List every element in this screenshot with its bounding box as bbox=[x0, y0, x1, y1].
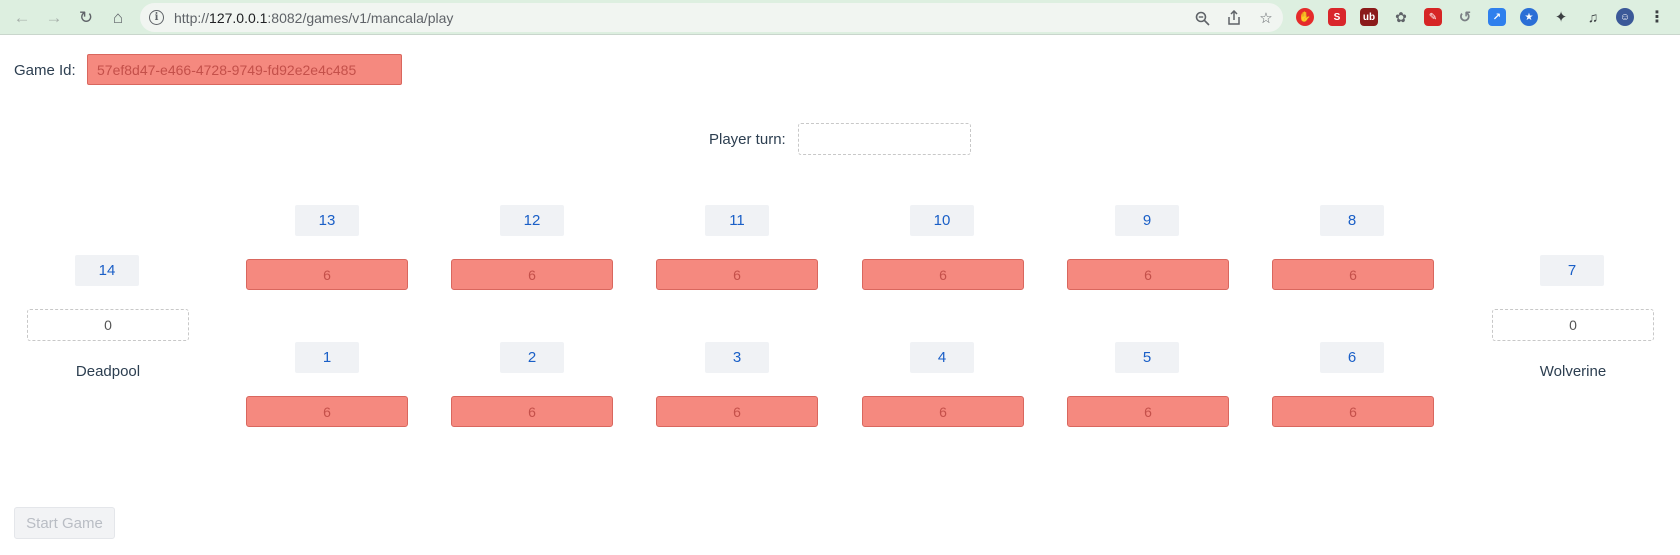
right-store-field: 0 bbox=[1492, 309, 1654, 341]
game-id-field[interactable]: 57ef8d47-e466-4728-9749-fd92e2e4c485 bbox=[87, 54, 402, 85]
pit-label-1: 1 bbox=[295, 342, 359, 373]
start-game-button[interactable]: Start Game bbox=[14, 507, 115, 539]
pit-9-button[interactable]: 6 bbox=[1067, 259, 1229, 290]
pit-label-4: 4 bbox=[910, 342, 974, 373]
pit-label-2: 2 bbox=[500, 342, 564, 373]
s-extension-icon[interactable]: S bbox=[1328, 8, 1346, 26]
url-text[interactable]: http://127.0.0.1:8082/games/v1/mancala/p… bbox=[174, 10, 453, 26]
pdf-extension-icon[interactable]: ✎ bbox=[1424, 8, 1442, 26]
url-path: :8082/games/v1/mancala/play bbox=[267, 10, 454, 26]
pit-label-12: 12 bbox=[500, 205, 564, 236]
address-bar[interactable]: i http://127.0.0.1:8082/games/v1/mancala… bbox=[140, 3, 1283, 32]
player-turn-field bbox=[798, 123, 971, 155]
history-extension-icon[interactable]: ↺ bbox=[1456, 8, 1474, 26]
more-menu-icon[interactable]: ⋮ bbox=[1648, 8, 1666, 26]
pit-label-6: 6 bbox=[1320, 342, 1384, 373]
pit-5-button[interactable]: 6 bbox=[1067, 396, 1229, 427]
player-turn-label: Player turn: bbox=[709, 131, 786, 148]
adblock-extension-icon[interactable]: ✋ bbox=[1296, 8, 1314, 26]
ublock-extension-icon[interactable]: ub bbox=[1360, 8, 1378, 26]
zoom-icon[interactable] bbox=[1192, 8, 1212, 28]
puzzle-extensions-icon[interactable]: ✦ bbox=[1552, 8, 1570, 26]
back-arrow-icon[interactable]: ← bbox=[11, 6, 33, 28]
pit-label-9: 9 bbox=[1115, 205, 1179, 236]
left-store-field: 0 bbox=[27, 309, 189, 341]
share-icon[interactable] bbox=[1224, 8, 1244, 28]
url-host: 127.0.0.1 bbox=[209, 10, 268, 26]
player-2-name: Wolverine bbox=[1539, 363, 1607, 380]
pit-label-10: 10 bbox=[910, 205, 974, 236]
pit-13-button[interactable]: 6 bbox=[246, 259, 408, 290]
pit-2-button[interactable]: 6 bbox=[451, 396, 613, 427]
forward-arrow-icon[interactable]: → bbox=[43, 6, 65, 28]
pit-12-button[interactable]: 6 bbox=[451, 259, 613, 290]
store-label-7: 7 bbox=[1540, 255, 1604, 286]
pit-label-5: 5 bbox=[1115, 342, 1179, 373]
pit-6-button[interactable]: 6 bbox=[1272, 396, 1434, 427]
pit-8-button[interactable]: 6 bbox=[1272, 259, 1434, 290]
bookmark-star-icon[interactable]: ☆ bbox=[1256, 8, 1276, 28]
pit-label-8: 8 bbox=[1320, 205, 1384, 236]
store-label-14: 14 bbox=[75, 255, 139, 286]
browser-extension-icon[interactable]: ★ bbox=[1520, 8, 1538, 26]
url-scheme: http:// bbox=[174, 10, 210, 26]
pit-label-11: 11 bbox=[705, 205, 769, 236]
reload-icon[interactable]: ↻ bbox=[75, 6, 97, 28]
game-id-label: Game Id: bbox=[14, 62, 76, 79]
profile-avatar[interactable]: ☺ bbox=[1616, 8, 1634, 26]
bird-extension-icon[interactable]: ✿ bbox=[1392, 8, 1410, 26]
player-1-name: Deadpool bbox=[75, 363, 141, 380]
pit-1-button[interactable]: 6 bbox=[246, 396, 408, 427]
resize-extension-icon[interactable]: ↗ bbox=[1488, 8, 1506, 26]
media-queue-icon[interactable]: ♫ bbox=[1584, 8, 1602, 26]
pit-4-button[interactable]: 6 bbox=[862, 396, 1024, 427]
pit-10-button[interactable]: 6 bbox=[862, 259, 1024, 290]
home-icon[interactable]: ⌂ bbox=[107, 6, 129, 28]
pit-11-button[interactable]: 6 bbox=[656, 259, 818, 290]
pit-label-13: 13 bbox=[295, 205, 359, 236]
pit-label-3: 3 bbox=[705, 342, 769, 373]
browser-toolbar: ← → ↻ ⌂ i http://127.0.0.1:8082/games/v1… bbox=[0, 0, 1680, 35]
site-info-icon[interactable]: i bbox=[149, 10, 164, 25]
pit-3-button[interactable]: 6 bbox=[656, 396, 818, 427]
